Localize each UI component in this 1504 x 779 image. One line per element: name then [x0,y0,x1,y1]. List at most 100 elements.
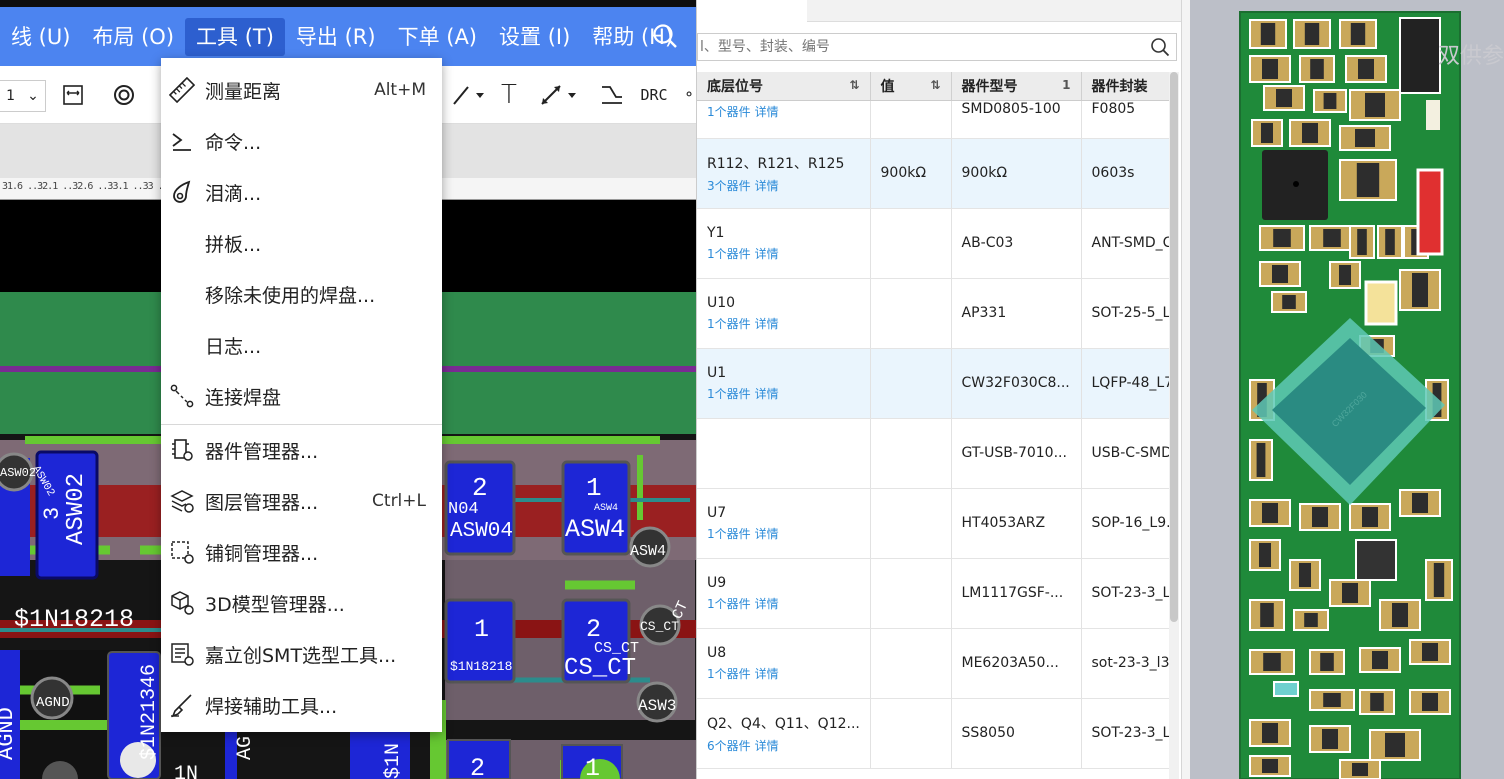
menu-item-panelize[interactable]: 拼板... [161,218,442,268]
board-part-body [1260,23,1276,45]
table-row[interactable]: U7 1个器件详情 HT4053ARZSOP-16_L9.9 [697,488,1170,559]
bom-search-box [697,33,1177,61]
sort-icon[interactable]: ⇅ [849,78,859,92]
component-count-link[interactable]: 1个器件 [707,667,751,681]
row-links: 1个器件 详情 [707,525,860,542]
dimension-tool-icon[interactable] [536,80,580,110]
component-count-link[interactable]: 1个器件 [707,597,751,611]
detail-link[interactable]: 详情 [755,179,779,193]
detail-link[interactable]: 详情 [755,527,779,541]
menu-tools[interactable]: 工具 (T) [185,17,285,56]
menu-item-soldering-assistant[interactable]: 焊接辅助工具... [161,680,442,730]
3d-model-icon [171,591,194,615]
component-count-link[interactable]: 1个器件 [707,527,751,541]
table-row[interactable]: GT-USB-7010...USB-C-SMD_ [697,418,1170,489]
board-part-body [1262,503,1278,523]
table-row[interactable]: Q2、Q4、Q11、Q12... 6个器件详情 SS8050SOT-23-3_L2 [697,698,1170,769]
canvas-size-icon[interactable] [60,80,86,110]
cell-package: USB-C-SMD_ [1081,418,1170,489]
detail-link[interactable]: 详情 [755,317,779,331]
menu-layout[interactable]: 布局 (O) [81,18,185,56]
cell-designator: U9 1个器件 详情 [697,558,871,629]
copper-manager-icon [171,541,194,564]
column-header-designator[interactable]: 底层位号 ⇅ [697,72,871,101]
pcb-pad-number: 1 [586,473,602,503]
menu-item-log[interactable]: 日志... [161,320,442,370]
pcb-label-asw4: ASW4 [565,515,625,544]
menu-item-measure-distance[interactable]: 测量距离 Alt+M [161,65,442,115]
board-part-body [1422,643,1438,661]
menu-settings[interactable]: 设置 (I) [488,18,581,56]
component-count-link[interactable]: 1个器件 [707,387,751,401]
column-header-package[interactable]: 器件封装 [1081,72,1170,101]
sort-indicator[interactable]: 1 [1062,78,1070,92]
menu-order[interactable]: 下单 (A) [387,18,488,56]
component-count-link[interactable]: 1个器件 [707,247,751,261]
pcb-label-agnd: AGND [36,695,70,711]
table-scrollbar[interactable] [1169,72,1179,779]
detail-link[interactable]: 详情 [755,387,779,401]
board-part-body [1350,23,1366,45]
sort-icon[interactable]: ⇅ [930,78,940,92]
detail-link[interactable]: 详情 [755,739,779,753]
line-tool-icon[interactable] [448,80,488,110]
detail-link[interactable]: 详情 [755,667,779,681]
row-links: 1个器件 详情 [707,665,860,682]
board-part-body [1356,163,1380,197]
menu-item-smt-selection-tool[interactable]: 嘉立创SMT选型工具... [161,629,442,679]
cell-value [870,488,952,559]
tools-dropdown-menu: 测量距离 Alt+M 命令... 泪滴... 拼板... 移除未使用的焊盘...… [161,58,442,732]
detail-link[interactable]: 详情 [755,597,779,611]
wire-tool-icon[interactable] [598,80,626,110]
menu-item-teardrop[interactable]: 泪滴... [161,167,442,217]
board-part-body [1261,123,1273,143]
menu-item-3d-model-manager[interactable]: 3D模型管理器... [161,578,442,628]
row-links: 1个器件 详情 [707,103,860,120]
menu-export[interactable]: 导出 (R) [285,18,387,56]
table-row[interactable]: R112、R121、R125 3个器件 详情 900kΩ 900kΩ 0603s [697,138,1170,209]
board-part-body [1385,733,1405,757]
detail-link[interactable]: 详情 [755,105,779,119]
board-part-body [1262,759,1278,773]
pcb-editor-panel: ASW02 3 ASW02 ASW02 $1N18218 2 N04 ASW04… [0,0,696,779]
menu-item-remove-unused-pads[interactable]: 移除未使用的焊盘... [161,269,442,319]
column-header-value[interactable]: 值 ⇅ [870,72,952,101]
text-tool-icon[interactable]: T [496,80,522,110]
search-icon[interactable] [1150,37,1170,57]
cell-package: SOT-23-3_L2 [1081,698,1170,769]
overflow-icon[interactable]: ⚬ [682,80,696,110]
grid-select[interactable]: 1 ⌄ [0,80,46,112]
designator-text: Y1 [707,224,725,241]
menu-item-copper-pour-manager[interactable]: 铺铜管理器... [161,527,442,577]
scrollbar-thumb[interactable] [1170,72,1178,622]
component-count-link[interactable]: 3个器件 [707,179,751,193]
menu-item-layer-manager[interactable]: 图层管理器... Ctrl+L [161,476,442,526]
cell-value [870,558,952,629]
via-icon[interactable] [110,80,138,110]
column-header-model[interactable]: 器件型号 1 [951,72,1082,101]
table-row[interactable]: U9 1个器件详情 LM1117GSF-...SOT-23-3_L2 [697,558,1170,629]
search-icon[interactable] [652,23,678,49]
table-row[interactable]: U1 1个器件 详情 CW32F030C8... LQFP-48_L7. [697,348,1170,419]
board-3d-view[interactable]: 双供参 CW32F030 [1190,0,1504,779]
drc-button[interactable]: DRC [640,80,668,110]
cell-model: LM1117GSF-... [951,558,1082,629]
cell-model: AB-C03 [951,208,1082,279]
menu-route[interactable]: 线 (U) [0,18,81,56]
component-count-link[interactable]: 1个器件 [707,105,751,119]
bom-search-input[interactable] [698,34,1138,60]
chevron-down-icon: ⌄ [27,88,39,104]
menu-item-command[interactable]: 命令... [161,116,442,166]
menu-item-component-manager[interactable]: 器件管理器... [161,425,442,475]
table-row[interactable]: Y1 1个器件 详情 AB-C03 ANT-SMD_C. [697,208,1170,279]
component-manager-icon [172,439,193,461]
board-part-body [1260,603,1274,627]
menu-item-connect-pads[interactable]: 连接焊盘 [161,371,442,421]
table-row[interactable]: U8 1个器件详情 ME6203A50...sot-23-3_l3.( [697,628,1170,699]
cell-package: SOP-16_L9.9 [1081,488,1170,559]
detail-link[interactable]: 详情 [755,247,779,261]
table-row[interactable]: 1个器件 详情 SMD0805-100 F0805 [697,100,1170,139]
component-count-link[interactable]: 1个器件 [707,317,751,331]
component-count-link[interactable]: 6个器件 [707,739,751,753]
table-row[interactable]: U10 1个器件详情 AP331SOT-25-5_L3 [697,278,1170,349]
